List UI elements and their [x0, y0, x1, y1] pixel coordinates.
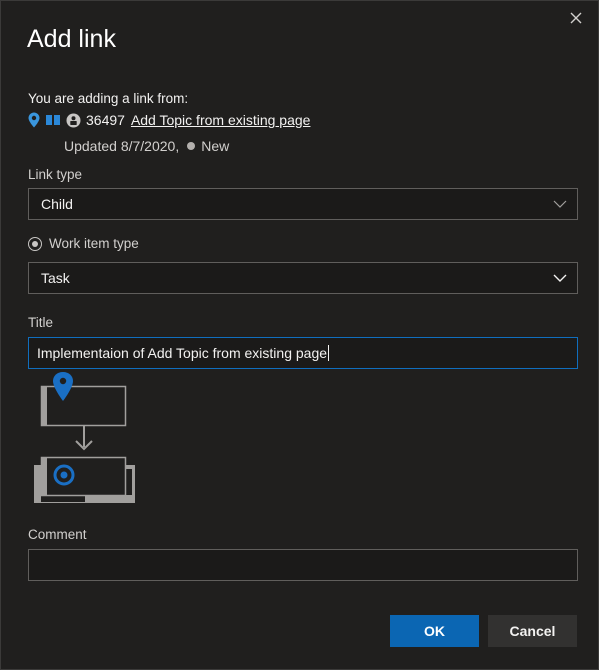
- title-label: Title: [28, 315, 54, 330]
- lock-person-icon: [66, 113, 81, 128]
- updated-date: Updated 8/7/2020,: [64, 138, 180, 154]
- source-label: You are adding a link from:: [28, 91, 189, 106]
- comment-label: Comment: [28, 527, 87, 542]
- state-label: New: [201, 138, 230, 154]
- work-item-type-radio[interactable]: Work item type: [28, 236, 139, 251]
- work-item-type-value: Task: [41, 270, 70, 286]
- chevron-down-icon: [553, 200, 567, 208]
- close-icon: [570, 12, 582, 24]
- link-type-dropdown[interactable]: Child: [28, 188, 578, 220]
- text-caret: [328, 345, 330, 361]
- source-work-item: 36497 Add Topic from existing page: [28, 111, 310, 129]
- add-link-dialog: Add link You are adding a link from: 364…: [0, 0, 599, 670]
- work-item-type-label: Work item type: [49, 236, 139, 251]
- comment-input[interactable]: [28, 549, 578, 581]
- link-diagram: [28, 371, 138, 512]
- radio-selected-icon: [28, 236, 42, 251]
- dialog-title: Add link: [27, 25, 116, 53]
- chevron-down-icon: [553, 274, 567, 282]
- close-button[interactable]: [566, 8, 586, 28]
- parent-child-diagram-icon: [34, 372, 135, 503]
- ok-button[interactable]: OK: [390, 615, 479, 647]
- book-icon: [45, 113, 61, 127]
- work-item-id: 36497: [86, 112, 125, 128]
- location-pin-icon: [28, 112, 40, 128]
- cancel-button[interactable]: Cancel: [488, 615, 577, 647]
- link-type-value: Child: [41, 196, 73, 212]
- work-item-meta: Updated 8/7/2020, New: [64, 138, 229, 154]
- title-input[interactable]: Implementaion of Add Topic from existing…: [28, 337, 578, 369]
- work-item-type-dropdown[interactable]: Task: [28, 262, 578, 294]
- state-dot-icon: [187, 142, 196, 150]
- title-input-value: Implementaion of Add Topic from existing…: [37, 345, 328, 361]
- link-type-label: Link type: [28, 167, 83, 182]
- work-item-link[interactable]: Add Topic from existing page: [131, 112, 311, 128]
